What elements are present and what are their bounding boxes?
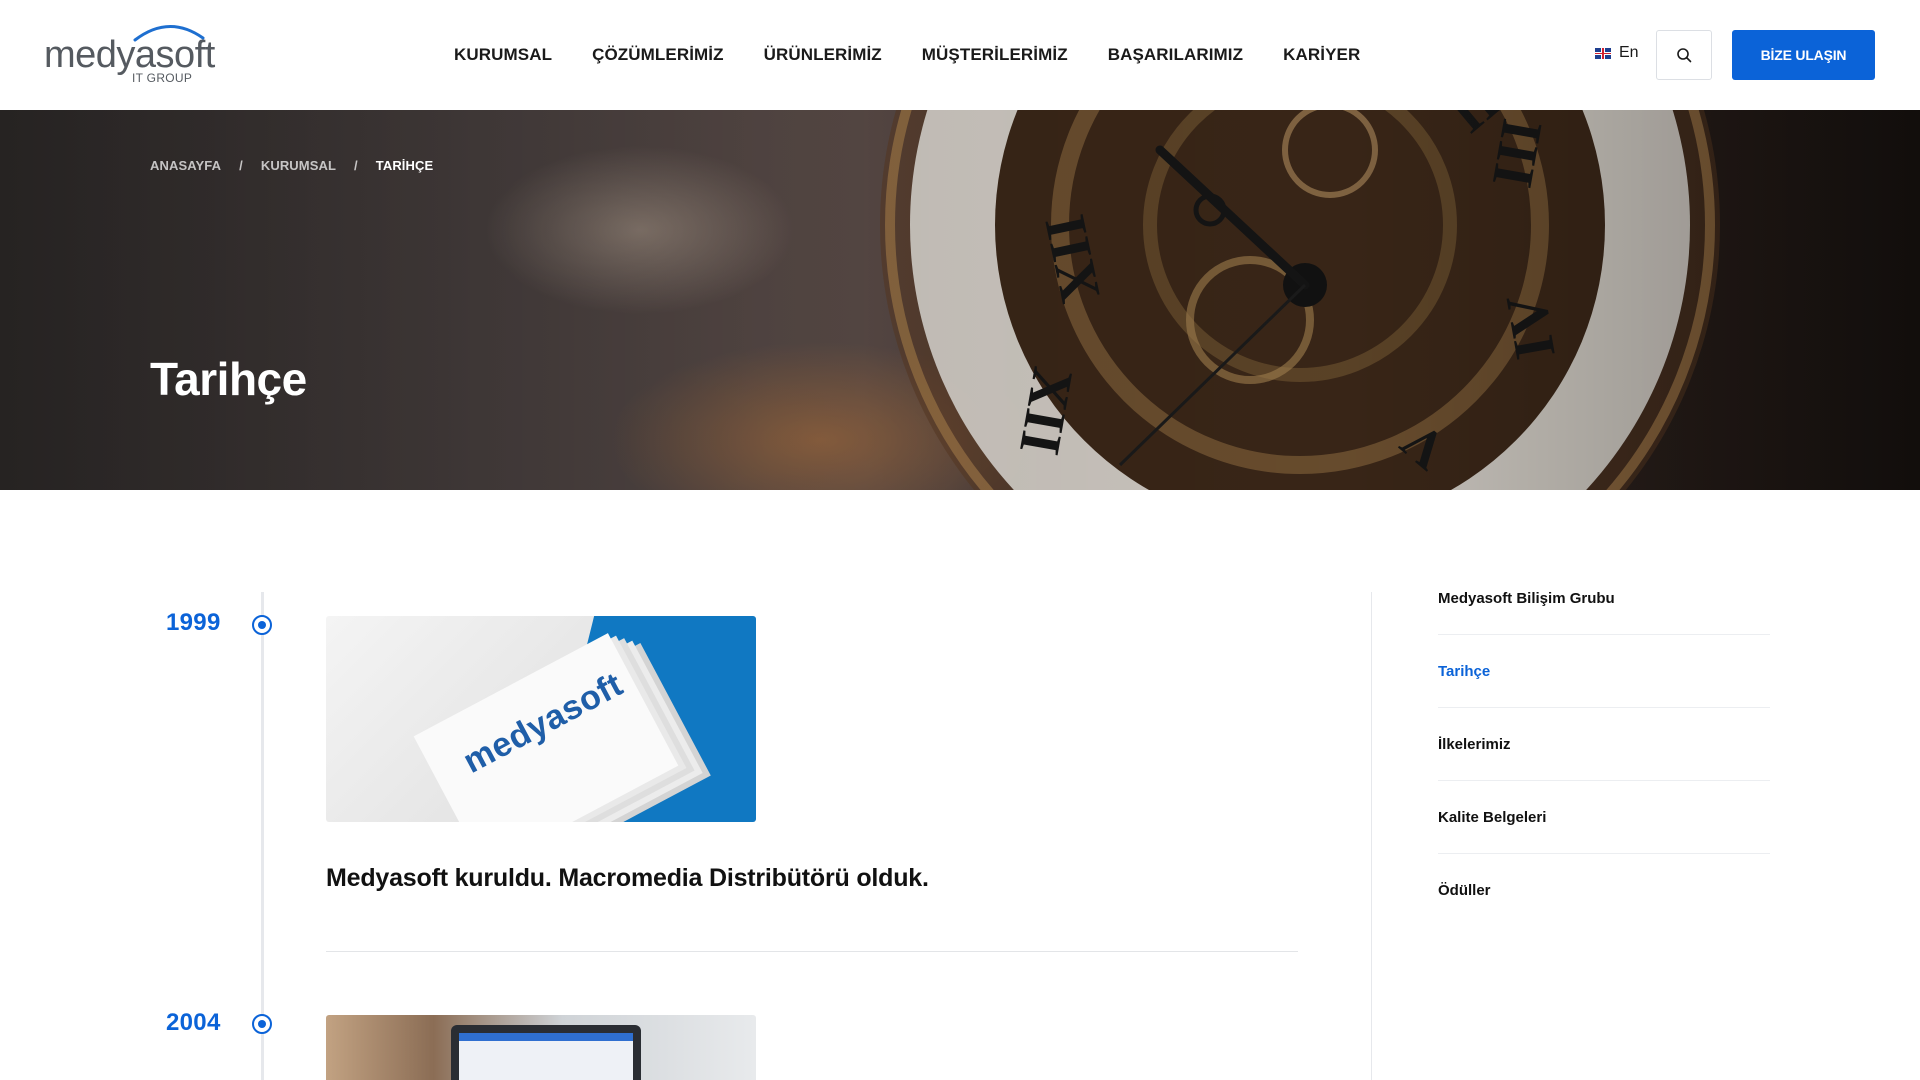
contact-button[interactable]: BİZE ULAŞIN [1732,30,1875,80]
timeline-year: 2004 [166,1009,221,1036]
breadcrumb: ANASAYFA / KURUMSAL / TARİHÇE [150,158,433,173]
breadcrumb-separator: / [239,158,243,173]
logo-subtitle: IT GROUP [132,71,193,85]
timeline-event-title: Medyasoft kuruldu. Macromedia Distribütö… [326,864,929,892]
breadcrumb-kurumsal[interactable]: KURUMSAL [261,158,336,173]
nav-item-urunlerimiz[interactable]: ÜRÜNLERİMİZ [764,45,882,65]
nav-item-kurumsal[interactable]: KURUMSAL [454,45,552,65]
breadcrumb-current: TARİHÇE [375,158,434,173]
language-switch[interactable]: En [1595,44,1639,62]
site-header: medyasoft IT GROUP KURUMSAL ÇÖZÜMLERİMİZ… [0,0,1920,110]
laptop-icon [451,1025,641,1080]
search-button[interactable] [1656,30,1712,80]
nav-item-basarilarimiz[interactable]: BAŞARILARIMIZ [1108,45,1243,65]
language-label: En [1619,44,1639,61]
sidebar-item-kalite-belgeleri[interactable]: Kalite Belgeleri [1438,781,1770,854]
sidebar-divider [1371,592,1372,1080]
timeline-year: 1999 [166,609,221,636]
timeline-dot-icon [252,615,272,635]
timeline-image: medyasoft [326,616,756,822]
uk-flag-icon [1595,47,1611,59]
sidebar-item-tarihce[interactable]: Tarihçe [1438,635,1770,708]
search-icon [1677,48,1692,63]
sidebar-menu: Medyasoft Bilişim Grubu Tarihçe İlkeleri… [1438,562,1770,927]
sidebar-item-ilkelerimiz[interactable]: İlkelerimiz [1438,708,1770,781]
breadcrumb-home[interactable]: ANASAYFA [150,158,221,173]
nav-item-kariyer[interactable]: KARİYER [1283,45,1360,65]
page-title: Tarihçe [150,353,307,405]
logo-wordmark: medyasoft [44,34,215,76]
nav-item-musterilerimiz[interactable]: MÜŞTERİLERİMİZ [922,45,1068,65]
divider [326,951,1298,952]
timeline-dot-icon [252,1014,272,1034]
timeline-line [261,592,264,1080]
sidebar-item-bilisim-grubu[interactable]: Medyasoft Bilişim Grubu [1438,562,1770,635]
breadcrumb-separator: / [354,158,358,173]
nav-item-cozumlerimiz[interactable]: ÇÖZÜMLERİMİZ [592,45,724,65]
timeline-image [326,1015,756,1080]
hero-banner: IIX XII III IV V II ANASAYFA / KURUMSAL … [0,110,1920,490]
sidebar-item-oduller[interactable]: Ödüller [1438,854,1770,927]
main-nav: KURUMSAL ÇÖZÜMLERİMİZ ÜRÜNLERİMİZ MÜŞTER… [454,0,1360,110]
medyasoft-logo[interactable]: medyasoft IT GROUP [44,20,215,88]
